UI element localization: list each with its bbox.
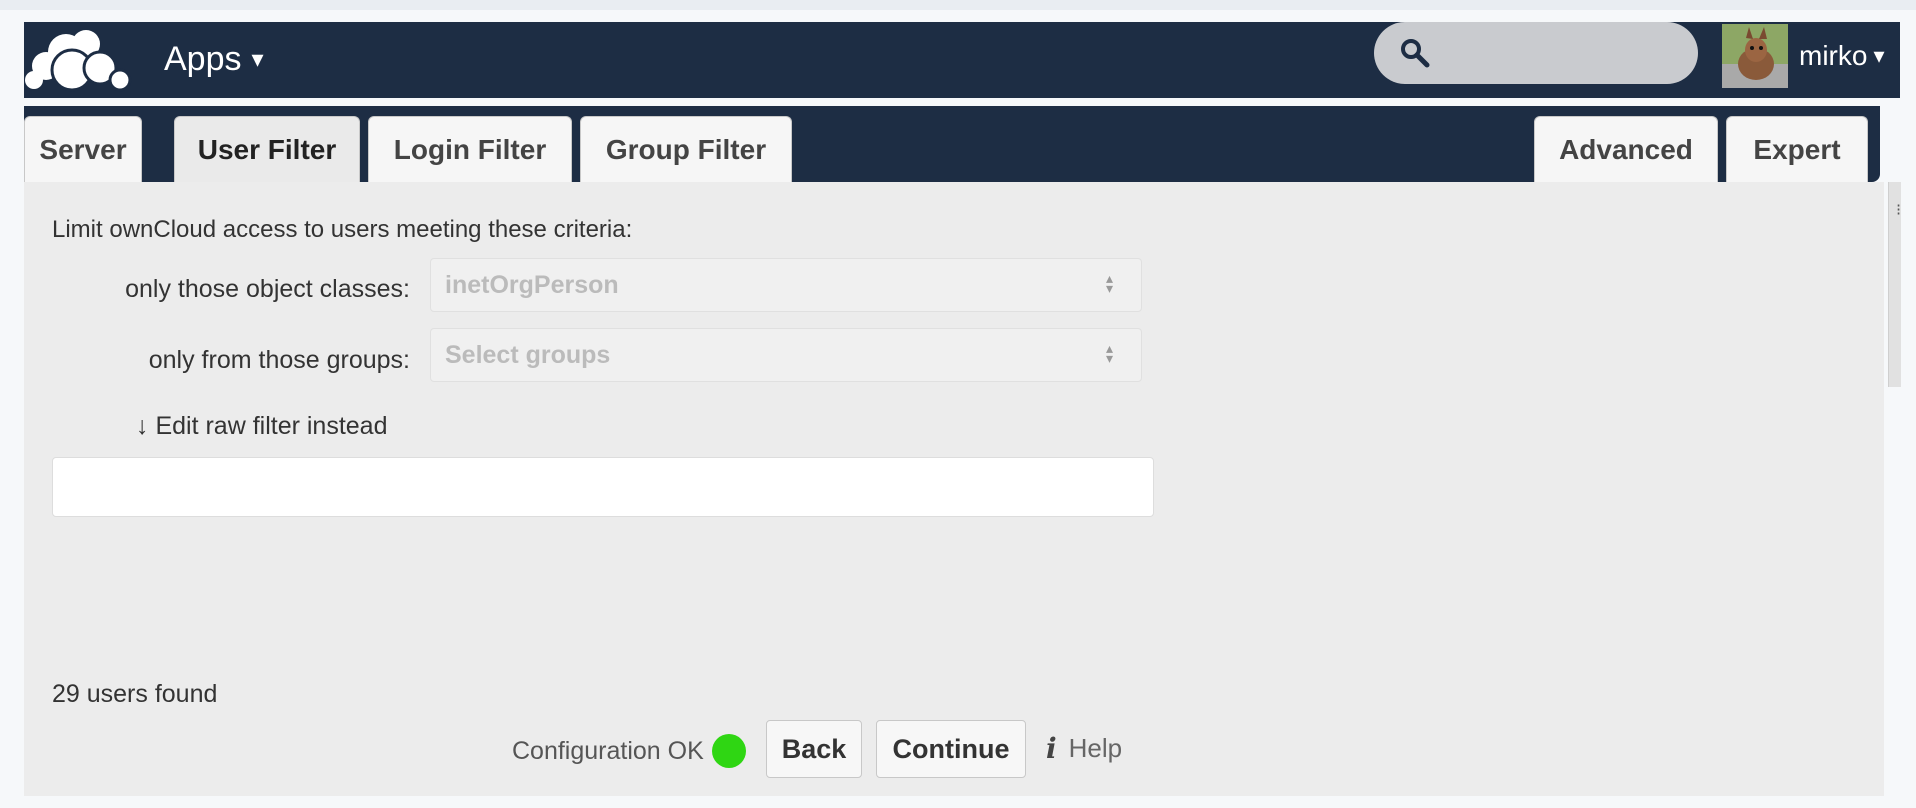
tab-label: Advanced [1559,133,1693,165]
username-label: mirko [1799,40,1868,71]
tab-label: Server [39,133,127,165]
object-classes-value: inetOrgPerson [445,270,619,299]
info-icon: i [1046,732,1057,765]
scrollbar-grip-icon: ⁝ [1896,202,1902,219]
edit-raw-filter-link[interactable]: ↓ Edit raw filter instead [136,412,388,441]
tab-label: Group Filter [605,133,767,165]
groups-placeholder: Select groups [445,340,611,369]
raw-filter-input[interactable] [52,457,1154,517]
tab-label: Login Filter [393,133,547,165]
object-classes-label: only those object classes: [125,275,410,303]
filter-intro-text: Limit ownCloud access to users meeting t… [52,216,633,243]
page: Apps ▾ mirko ▾ Server User Filter Login … [0,0,1916,808]
tab-login-filter[interactable]: Login Filter [368,116,572,182]
user-menu[interactable]: mirko ▾ [1799,40,1885,72]
owncloud-logo[interactable] [24,22,144,98]
tab-user-filter[interactable]: User Filter [174,116,360,182]
back-button[interactable]: Back [766,720,862,778]
object-classes-select[interactable]: inetOrgPerson ▴ ▾ [430,258,1142,312]
groups-label: only from those groups: [148,346,410,374]
search-input[interactable] [1444,32,1688,76]
select-arrows-icon: ▴ ▾ [1105,340,1113,366]
tab-label: Expert [1753,133,1841,165]
chevron-down-icon: ▾ [1873,43,1885,68]
tab-server[interactable]: Server [24,116,142,182]
search-box[interactable] [1374,22,1698,84]
avatar[interactable] [1722,24,1788,88]
status-ok-indicator-icon [711,734,746,768]
users-found-count: 29 users found [52,680,218,708]
apps-menu[interactable]: Apps ▾ [164,40,264,79]
select-arrows-icon: ▴ ▾ [1105,270,1113,296]
groups-select[interactable]: Select groups ▴ ▾ [430,328,1142,382]
continue-button-label: Continue [892,733,1010,764]
tab-advanced[interactable]: Advanced [1534,116,1718,182]
help-link[interactable]: i Help [1046,732,1122,765]
ldap-tab-bar: Server User Filter Login Filter Group Fi… [24,106,1880,182]
configuration-status: Configuration OK [512,734,746,768]
configuration-status-text: Configuration OK [512,736,704,765]
tab-group-filter[interactable]: Group Filter [580,116,792,182]
help-label: Help [1068,733,1123,763]
top-strip [0,0,1916,10]
app-header: Apps ▾ mirko ▾ [24,22,1900,98]
tab-label: User Filter [197,133,337,165]
apps-label: Apps [164,40,242,78]
continue-button[interactable]: Continue [876,720,1026,778]
tab-expert[interactable]: Expert [1726,116,1868,182]
search-icon [1401,39,1430,68]
chevron-down-icon: ▾ [251,46,264,73]
back-button-label: Back [781,733,847,764]
